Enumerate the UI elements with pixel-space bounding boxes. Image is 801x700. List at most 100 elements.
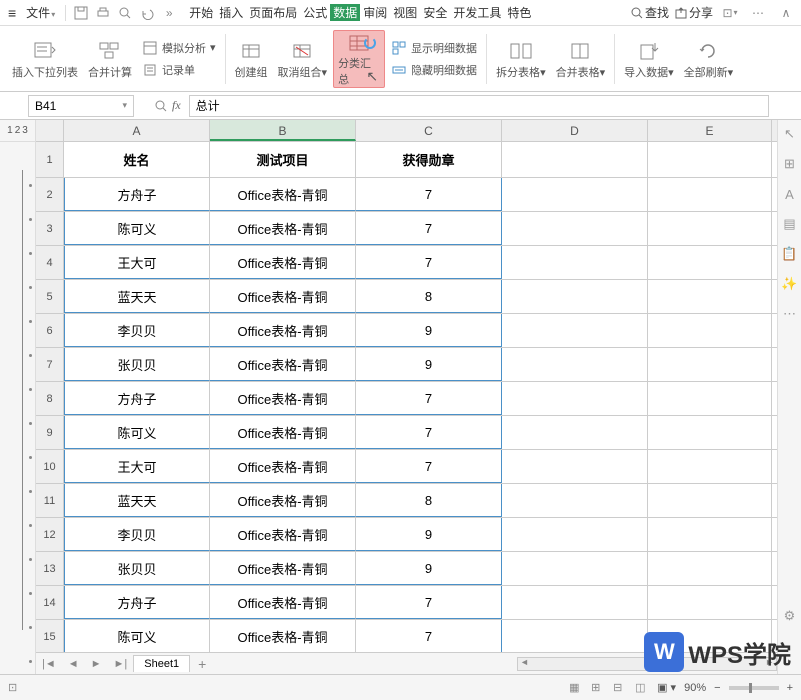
cell[interactable]: 方舟子 — [64, 382, 210, 415]
cell[interactable] — [502, 620, 648, 653]
grid[interactable]: A B C D E 1姓名测试项目获得勋章2方舟子Office表格-青铜73陈可… — [36, 120, 777, 674]
zoom-in[interactable]: + — [787, 682, 793, 694]
outline-levels[interactable]: 1 2 3 — [0, 120, 35, 142]
more2-icon[interactable]: ⋯ — [750, 5, 766, 21]
cell[interactable]: 蓝天天 — [64, 484, 210, 517]
cell[interactable] — [502, 212, 648, 245]
fx-icon[interactable]: fx — [154, 98, 181, 113]
cell[interactable]: 7 — [356, 178, 502, 211]
cell[interactable]: 9 — [356, 348, 502, 381]
cell[interactable]: Office表格-青铜 — [210, 246, 356, 279]
undo-icon[interactable] — [139, 5, 155, 21]
cell[interactable]: 陈可义 — [64, 620, 210, 653]
text-icon[interactable]: A — [782, 186, 798, 202]
cell[interactable] — [648, 212, 772, 245]
merge-calc-button[interactable]: 合并计算 — [84, 30, 136, 88]
ungroup-button[interactable]: 取消组合▾ — [274, 30, 332, 88]
cell[interactable] — [502, 246, 648, 279]
simulate-button[interactable]: 模拟分析▾ — [142, 38, 216, 58]
zoom-dropdown[interactable]: ▣ ▾ — [657, 681, 676, 694]
sheet-nav-prev[interactable]: ◄ — [62, 658, 85, 670]
col-header-C[interactable]: C — [356, 120, 502, 141]
row-header[interactable]: 4 — [36, 246, 64, 279]
tab-security[interactable]: 安全 — [420, 4, 450, 21]
cell[interactable] — [502, 142, 648, 177]
sheet-nav-first[interactable]: |◄ — [36, 658, 62, 670]
collapse-icon[interactable]: ∧ — [778, 5, 794, 21]
cell[interactable] — [502, 348, 648, 381]
cell[interactable] — [502, 314, 648, 347]
cell[interactable]: Office表格-青铜 — [210, 416, 356, 449]
row-header[interactable]: 7 — [36, 348, 64, 381]
cell[interactable]: 李贝贝 — [64, 314, 210, 347]
cell[interactable]: 7 — [356, 620, 502, 653]
cell[interactable]: 9 — [356, 518, 502, 551]
import-data-button[interactable]: 导入数据▾ — [620, 30, 678, 88]
cell[interactable]: Office表格-青铜 — [210, 212, 356, 245]
tab-review[interactable]: 审阅 — [360, 4, 390, 21]
row-header[interactable]: 10 — [36, 450, 64, 483]
cell[interactable]: Office表格-青铜 — [210, 314, 356, 347]
select-icon[interactable]: ↖ — [782, 126, 798, 142]
formula-input[interactable]: 总计 — [189, 95, 769, 117]
cell[interactable]: Office表格-青铜 — [210, 178, 356, 211]
view-break-icon[interactable]: ⊟ — [613, 681, 627, 695]
cell[interactable]: Office表格-青铜 — [210, 484, 356, 517]
subtotal-button[interactable]: 分类汇总 ↖ — [333, 30, 385, 88]
select-all-corner[interactable] — [36, 120, 64, 141]
row-header[interactable]: 14 — [36, 586, 64, 619]
cell[interactable]: 方舟子 — [64, 178, 210, 211]
cell[interactable]: Office表格-青铜 — [210, 552, 356, 585]
row-header[interactable]: 1 — [36, 142, 64, 177]
hide-detail-button[interactable]: 隐藏明细数据 — [391, 60, 477, 80]
tab-dev[interactable]: 开发工具 — [450, 4, 504, 21]
add-sheet-button[interactable]: + — [190, 656, 214, 672]
view-reader-icon[interactable]: ◫ — [635, 681, 649, 695]
cell[interactable]: 7 — [356, 450, 502, 483]
cell[interactable]: 张贝贝 — [64, 552, 210, 585]
tab-start[interactable]: 开始 — [186, 4, 216, 21]
cell[interactable]: 7 — [356, 212, 502, 245]
row-header[interactable]: 8 — [36, 382, 64, 415]
cell[interactable]: 7 — [356, 586, 502, 619]
cell[interactable]: 获得勋章 — [356, 142, 502, 177]
cell[interactable]: 9 — [356, 552, 502, 585]
save-icon[interactable] — [73, 5, 89, 21]
cell[interactable] — [648, 552, 772, 585]
cell[interactable]: Office表格-青铜 — [210, 280, 356, 313]
cell[interactable] — [502, 450, 648, 483]
cell[interactable] — [648, 416, 772, 449]
cell[interactable] — [648, 178, 772, 211]
cell[interactable]: 王大可 — [64, 246, 210, 279]
cell[interactable]: 9 — [356, 314, 502, 347]
file-menu[interactable]: 文件▾ — [20, 4, 61, 21]
cell[interactable]: 8 — [356, 484, 502, 517]
sheet-nav-next[interactable]: ► — [85, 658, 108, 670]
cell[interactable] — [648, 142, 772, 177]
sheet-tab-1[interactable]: Sheet1 — [133, 655, 190, 672]
view-normal-icon[interactable]: ▦ — [569, 681, 583, 695]
style-icon[interactable]: ⊞ — [782, 156, 798, 172]
row-header[interactable]: 11 — [36, 484, 64, 517]
cell[interactable] — [648, 348, 772, 381]
row-header[interactable]: 6 — [36, 314, 64, 347]
record-button[interactable]: 记录单 — [142, 60, 195, 80]
cell[interactable]: Office表格-青铜 — [210, 382, 356, 415]
col-header-B[interactable]: B — [210, 120, 356, 141]
cell[interactable]: 陈可义 — [64, 416, 210, 449]
row-header[interactable]: 9 — [36, 416, 64, 449]
search-button[interactable]: 查找 — [631, 4, 669, 21]
print-icon[interactable] — [95, 5, 111, 21]
cell[interactable] — [502, 178, 648, 211]
cell[interactable] — [648, 518, 772, 551]
status-icon[interactable]: ⊡ — [8, 681, 22, 695]
tab-formula[interactable]: 公式 — [300, 4, 330, 21]
cell[interactable] — [502, 382, 648, 415]
cell[interactable]: 7 — [356, 246, 502, 279]
row-header[interactable]: 12 — [36, 518, 64, 551]
tab-view[interactable]: 视图 — [390, 4, 420, 21]
cell[interactable] — [502, 518, 648, 551]
cell[interactable] — [648, 586, 772, 619]
cell[interactable]: 李贝贝 — [64, 518, 210, 551]
cell[interactable]: 王大可 — [64, 450, 210, 483]
